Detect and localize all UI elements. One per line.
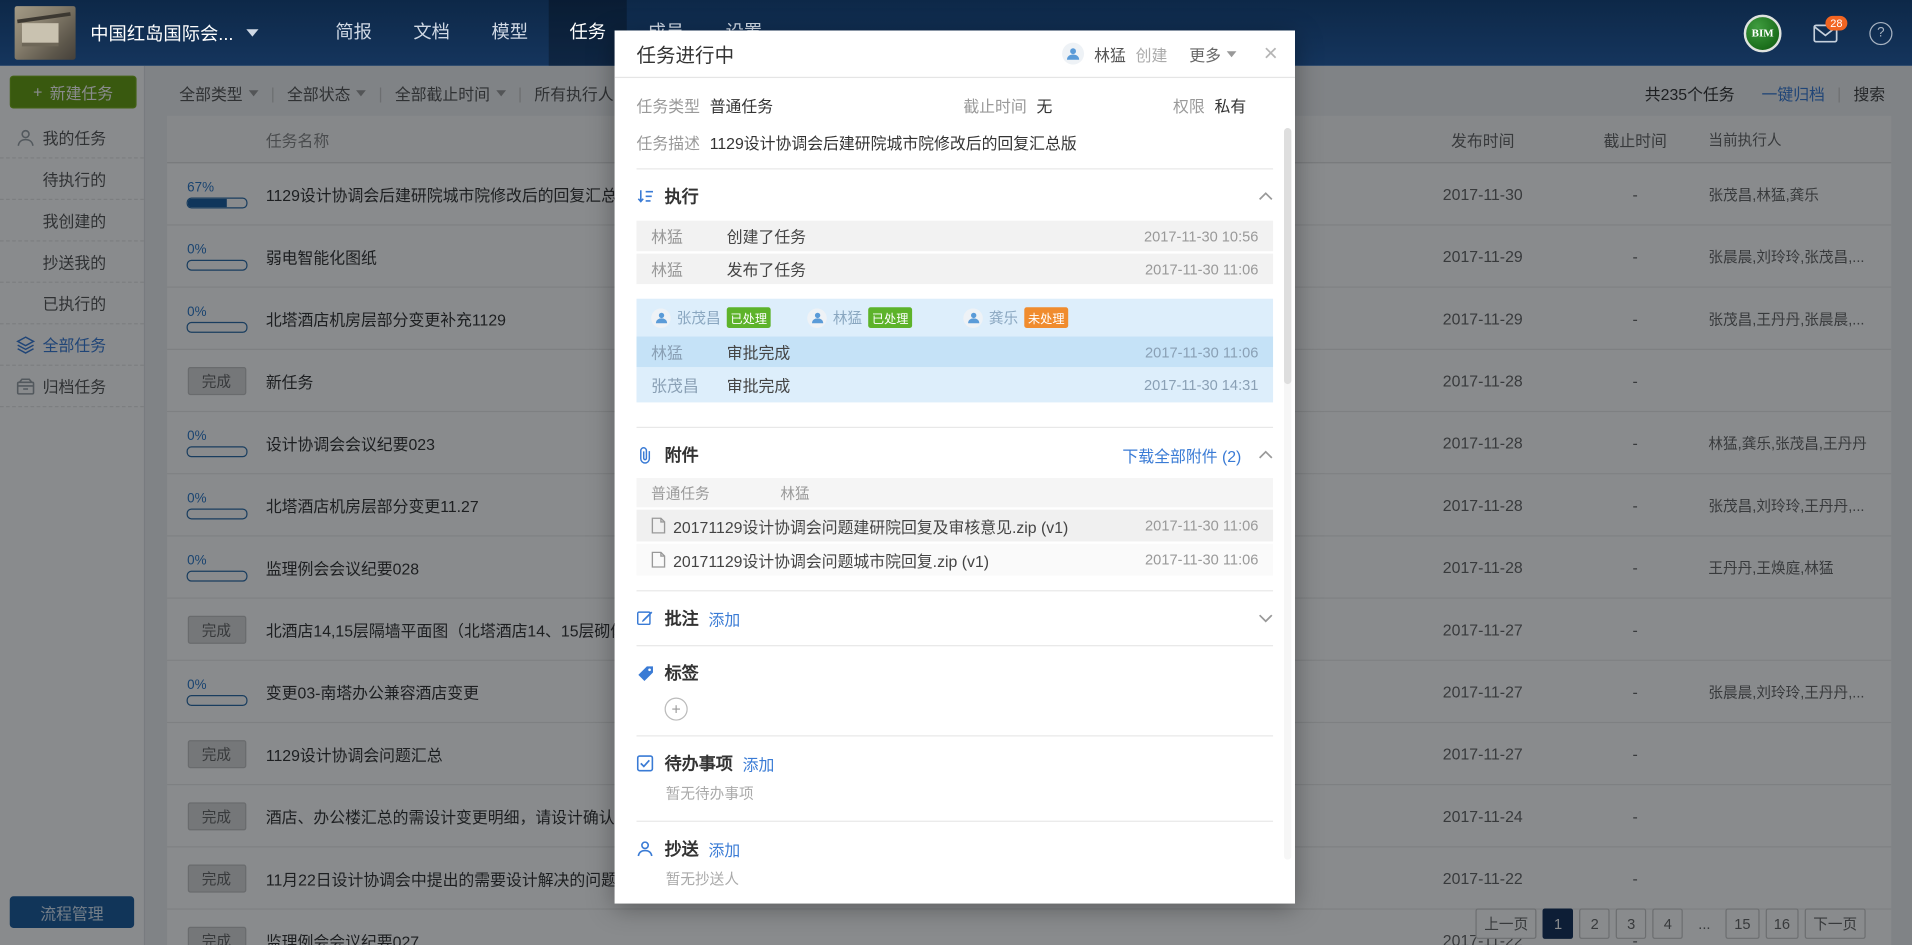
exec-log-list: 林猛创建了任务2017-11-30 10:56林猛发布了任务2017-11-30…: [637, 221, 1274, 284]
messages-button[interactable]: 28: [1813, 24, 1837, 42]
navbar-right: BIM 28 ?: [1744, 0, 1893, 66]
close-icon[interactable]: ×: [1264, 41, 1278, 65]
notes-section-header: 批注 添加: [637, 591, 1274, 630]
tags-title: 标签: [665, 661, 699, 685]
attachment-name: 20171129设计协调会问题建研院回复及审核意见.zip (v1): [673, 514, 1068, 537]
add-note-link[interactable]: 添加: [708, 607, 740, 630]
nav-tab-文档[interactable]: 文档: [393, 0, 471, 66]
exec-section-header: 执行: [637, 169, 1274, 208]
attachment-time: 2017-11-30 11:06: [1133, 517, 1259, 534]
expand-icon[interactable]: [1258, 613, 1273, 623]
creator-action: 创建: [1136, 42, 1168, 65]
more-menu-button[interactable]: 更多: [1189, 42, 1237, 65]
exec-section-title: 执行: [665, 184, 699, 208]
attachments-section-header: 附件 下载全部附件 (2): [637, 428, 1274, 467]
participant-name: 林猛: [833, 307, 862, 328]
creator-avatar: [1062, 43, 1084, 65]
exec-log-row: 林猛创建了任务2017-11-30 10:56: [637, 221, 1274, 251]
project-logo[interactable]: [15, 6, 76, 60]
attachment-row[interactable]: 20171129设计协调会问题城市院回复.zip (v1) 2017-11-30…: [637, 544, 1274, 576]
participant-name: 龚乐: [989, 307, 1018, 328]
paperclip-icon: [637, 446, 655, 464]
approval-block: 张茂昌已处理 林猛已处理 龚乐未处理 林猛审批完成2017-11-30 11:0…: [637, 299, 1274, 403]
participant-status-badge: 未处理: [1024, 307, 1068, 328]
cc-empty-text: 暂无抄送人: [637, 861, 1274, 891]
file-icon: [651, 551, 666, 568]
download-all-link[interactable]: 下载全部附件 (2): [1122, 443, 1241, 466]
deadline-value: 无: [1037, 98, 1053, 116]
exec-log-row: 林猛发布了任务2017-11-30 11:06: [637, 254, 1274, 284]
participant-avatar: [651, 308, 671, 328]
tags-section-header: 标签: [637, 646, 1274, 685]
cc-title: 抄送: [665, 837, 699, 861]
permission-value: 私有: [1215, 98, 1247, 116]
user-avatar[interactable]: BIM: [1744, 14, 1782, 52]
participant-avatar: [963, 308, 983, 328]
attachments-title: 附件: [665, 443, 699, 467]
add-todo-link[interactable]: 添加: [743, 752, 775, 775]
task-type-value: 普通任务: [710, 98, 773, 116]
help-button[interactable]: ?: [1869, 21, 1892, 44]
participant-name: 张茂昌: [677, 307, 721, 328]
todos-title: 待办事项: [665, 751, 733, 775]
task-description: 任务描述 1129设计协调会后建研院城市院修改后的回复汇总版: [637, 117, 1274, 154]
notes-title: 批注: [665, 606, 699, 630]
attachment-time: 2017-11-30 11:06: [1133, 551, 1259, 568]
sort-list-icon: [637, 187, 655, 205]
chevron-down-icon: [246, 29, 258, 36]
project-selector[interactable]: 中国红岛国际会...: [90, 0, 258, 66]
attachment-name: 20171129设计协调会问题城市院回复.zip (v1): [673, 548, 989, 571]
participant-avatar: [807, 308, 827, 328]
participant: 龚乐未处理: [963, 307, 1119, 328]
collapse-icon[interactable]: [1258, 450, 1273, 460]
cc-section-header: 抄送 添加: [637, 822, 1274, 861]
todos-empty-text: 暂无待办事项: [637, 776, 1274, 806]
participant-status-badge: 已处理: [727, 307, 771, 328]
todos-section-header: 待办事项 添加: [637, 737, 1274, 776]
chevron-down-icon: [1227, 51, 1237, 57]
project-name: 中国红岛国际会...: [90, 20, 233, 46]
participant: 张茂昌已处理: [651, 307, 807, 328]
approval-row: 张茂昌审批完成2017-11-30 14:31: [637, 369, 1274, 399]
participant-list: 张茂昌已处理 林猛已处理 龚乐未处理: [637, 299, 1274, 334]
modal-scrollbar[interactable]: [1284, 128, 1291, 860]
message-count-badge: 28: [1825, 15, 1847, 30]
nav-tab-模型[interactable]: 模型: [471, 0, 549, 66]
modal-header: 任务进行中 林猛 创建 更多 ×: [615, 30, 1295, 78]
participant-status-badge: 已处理: [868, 307, 912, 328]
participant: 林猛已处理: [807, 307, 963, 328]
creator-name: 林猛: [1094, 42, 1126, 65]
annotate-icon: [637, 609, 655, 627]
person-icon: [637, 840, 655, 858]
file-icon: [651, 517, 666, 534]
checkbox-icon: [637, 754, 655, 772]
add-tag-button[interactable]: +: [665, 697, 688, 720]
modal-title: 任务进行中: [637, 39, 735, 68]
nav-tab-简报[interactable]: 简报: [315, 0, 393, 66]
app-window: 中国红岛国际会... 简报文档模型任务成员设置 BIM 28 ? + 新建任务 …: [0, 0, 1912, 945]
approval-row: 林猛审批完成2017-11-30 11:06: [637, 337, 1274, 367]
task-detail-modal: 任务进行中 林猛 创建 更多 × 任务类型普通任务 截止时间无 权限私有: [615, 30, 1295, 903]
attachment-row[interactable]: 20171129设计协调会问题建研院回复及审核意见.zip (v1) 2017-…: [637, 510, 1274, 542]
collapse-icon[interactable]: [1258, 191, 1273, 201]
add-cc-link[interactable]: 添加: [708, 837, 740, 860]
tag-icon: [637, 664, 655, 682]
task-meta: 任务类型普通任务 截止时间无 权限私有: [637, 78, 1274, 117]
attachment-subheader: 普通任务 林猛: [637, 478, 1274, 507]
